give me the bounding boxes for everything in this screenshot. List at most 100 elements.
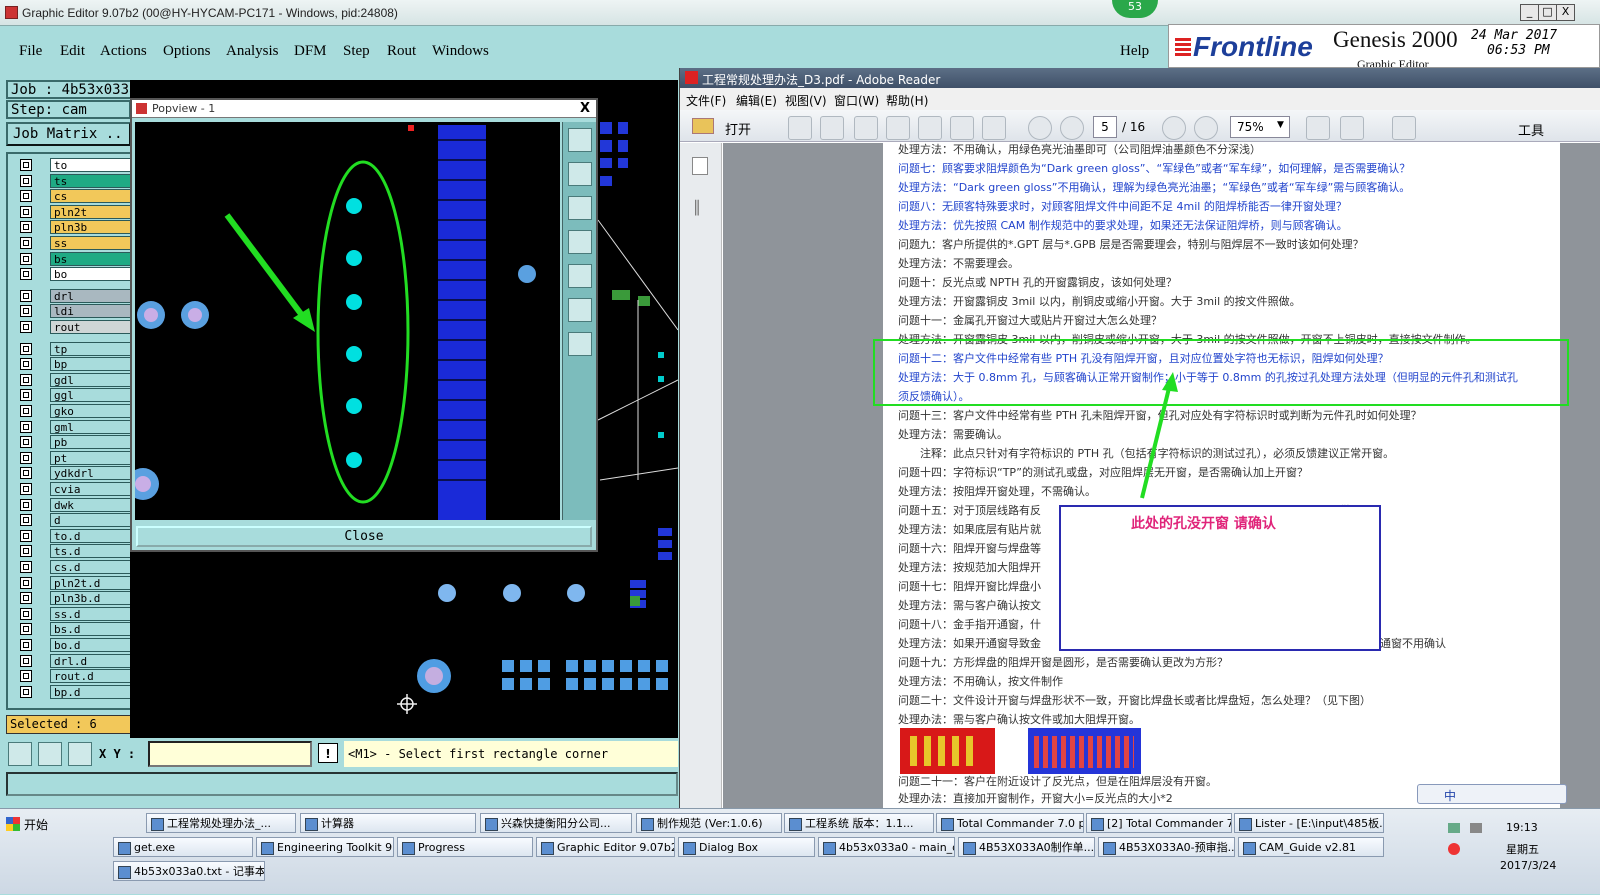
layer-checkbox[interactable] bbox=[20, 529, 32, 542]
clock-date[interactable]: 2017/3/24 bbox=[1500, 859, 1556, 872]
taskbar-button[interactable]: Graphic Editor 9.07b2... bbox=[536, 837, 675, 857]
taskbar-button[interactable]: 4b53x033a0.txt - 记事本 bbox=[113, 861, 265, 881]
menu-windows[interactable]: Windows bbox=[432, 43, 489, 60]
clock-time[interactable]: 19:13 bbox=[1506, 821, 1538, 834]
layer-item-bo-d[interactable]: bo.d bbox=[50, 638, 132, 652]
sign-icon[interactable] bbox=[854, 116, 878, 140]
layer-item-cs[interactable]: cs bbox=[50, 189, 132, 204]
taskbar-button[interactable]: 4b53x033a0 - main_qa bbox=[818, 837, 955, 857]
layer-item-pln3b-d[interactable]: pln3b.d bbox=[50, 591, 132, 606]
grid-icon[interactable] bbox=[68, 742, 92, 766]
taskbar-button[interactable]: Lister - [E:\input\485板... bbox=[1234, 813, 1384, 833]
fullscreen-icon[interactable] bbox=[1392, 116, 1416, 140]
layer-checkbox[interactable] bbox=[20, 576, 32, 589]
layer-item-to-d[interactable]: to.d bbox=[50, 528, 132, 543]
taskbar-button[interactable]: [2] Total Commander 7... bbox=[1086, 813, 1232, 833]
zoom-in-icon[interactable] bbox=[568, 162, 592, 186]
layer-checkbox[interactable] bbox=[20, 305, 32, 318]
layer-item-bs-d[interactable]: bs.d bbox=[50, 622, 132, 637]
tray-volume-icon[interactable] bbox=[1470, 823, 1482, 833]
layer-item-rout-d[interactable]: rout.d bbox=[50, 669, 132, 684]
fit-width-icon[interactable] bbox=[1340, 116, 1364, 140]
layer-checkbox[interactable] bbox=[20, 483, 32, 495]
layer-item-gdl[interactable]: gdl bbox=[50, 372, 132, 387]
layer-checkbox[interactable] bbox=[20, 451, 32, 464]
zoom-home-icon[interactable] bbox=[568, 128, 592, 152]
popview-close-button[interactable]: Close bbox=[136, 526, 592, 547]
minimize-button[interactable]: _ bbox=[1520, 4, 1539, 21]
ime-toolbar[interactable]: 中 bbox=[1417, 784, 1567, 804]
taskbar-button[interactable]: 制作规范 (Ver:1.0.6) bbox=[636, 813, 782, 833]
ime-language[interactable]: 中 bbox=[1444, 787, 1456, 804]
zoom-out-icon[interactable] bbox=[568, 196, 592, 220]
layer-checkbox[interactable] bbox=[20, 342, 32, 355]
layer-item-pb[interactable]: pb bbox=[50, 435, 132, 450]
open-folder-icon[interactable] bbox=[692, 118, 714, 134]
zoom-out-icon[interactable] bbox=[1162, 116, 1186, 140]
notification-badge[interactable]: 53 bbox=[1112, 0, 1158, 18]
layer-item-bs[interactable]: bs bbox=[50, 251, 132, 266]
layer-item-drl[interactable]: drl bbox=[50, 288, 132, 303]
layer-item-dwk[interactable]: dwk bbox=[50, 497, 132, 512]
layer-checkbox[interactable] bbox=[20, 607, 32, 620]
start-button[interactable]: 开始 bbox=[2, 813, 58, 835]
pdf-menu-edit[interactable]: 编辑(E) bbox=[736, 92, 777, 109]
layer-item-ggl[interactable]: ggl bbox=[50, 388, 132, 403]
taskbar-button[interactable]: Dialog Box bbox=[678, 837, 815, 857]
fit-page-icon[interactable] bbox=[1306, 116, 1330, 140]
clock-day[interactable]: 星期五 bbox=[1506, 841, 1539, 857]
pdf-menu-window[interactable]: 窗口(W) bbox=[834, 92, 879, 109]
layer-item-cvia[interactable]: cvia bbox=[50, 482, 132, 496]
menu-help[interactable]: Help bbox=[1120, 43, 1149, 60]
layer-checkbox[interactable] bbox=[20, 467, 32, 480]
tray-antivirus-icon[interactable] bbox=[1448, 843, 1460, 855]
print-icon[interactable] bbox=[950, 116, 974, 140]
close-window-button[interactable]: X bbox=[1556, 4, 1575, 21]
layer-item-ts-d[interactable]: ts.d bbox=[50, 544, 132, 559]
layer-checkbox[interactable] bbox=[20, 159, 32, 171]
layer-item-tp[interactable]: tp bbox=[50, 341, 132, 356]
taskbar-button[interactable]: 兴森快捷衡阳分公司... bbox=[480, 813, 632, 833]
layer-checkbox[interactable] bbox=[20, 420, 32, 433]
taskbar-button[interactable]: Progress bbox=[397, 837, 533, 857]
taskbar-button[interactable]: 工程系统 版本：1.1... bbox=[784, 813, 934, 833]
job-matrix-button[interactable]: Job Matrix .. bbox=[6, 122, 131, 146]
layer-checkbox[interactable] bbox=[20, 654, 32, 667]
zoom-dropdown-icon[interactable]: ▼ bbox=[1277, 120, 1284, 130]
menu-analysis[interactable]: Analysis bbox=[226, 43, 279, 60]
attachment-icon[interactable]: ∥ bbox=[693, 197, 701, 216]
layer-item-rout[interactable]: rout bbox=[50, 320, 132, 334]
pdf-open-button[interactable]: 打开 bbox=[725, 119, 751, 138]
xy-input[interactable] bbox=[148, 741, 312, 767]
layer-checkbox[interactable] bbox=[20, 221, 32, 234]
menu-step[interactable]: Step bbox=[343, 43, 370, 60]
menu-edit[interactable]: Edit bbox=[60, 43, 85, 60]
pdf-menu-view[interactable]: 视图(V) bbox=[785, 92, 827, 109]
layer-item-bp[interactable]: bp bbox=[50, 357, 132, 372]
taskbar-button[interactable]: 4B53X033A0制作单.... bbox=[958, 837, 1095, 857]
layer-item-pln3b[interactable]: pln3b bbox=[50, 220, 132, 235]
layer-checkbox[interactable] bbox=[20, 389, 32, 402]
taskbar-button[interactable]: Engineering Toolkit 9.... bbox=[256, 837, 394, 857]
layer-item-ydkdrl[interactable]: ydkdrl bbox=[50, 466, 132, 481]
layer-checkbox[interactable] bbox=[20, 561, 32, 573]
layer-checkbox[interactable] bbox=[20, 190, 32, 203]
popview-close-x[interactable]: X bbox=[580, 101, 590, 116]
pdf-menu-file[interactable]: 文件(F) bbox=[686, 92, 726, 109]
previous-page-icon[interactable] bbox=[1028, 116, 1052, 140]
layer-item-to[interactable]: to bbox=[50, 158, 132, 172]
layer-checkbox[interactable] bbox=[20, 670, 32, 683]
layer-checkbox[interactable] bbox=[20, 373, 32, 386]
layer-item-d[interactable]: d bbox=[50, 513, 132, 528]
layer-item-pt[interactable]: pt bbox=[50, 450, 132, 465]
fit-selection-icon[interactable] bbox=[568, 332, 592, 356]
layer-checkbox[interactable] bbox=[20, 358, 32, 371]
taskbar-button[interactable]: 4B53X033A0-预审指... bbox=[1098, 837, 1235, 857]
taskbar-button[interactable]: Total Commander 7.0 p... bbox=[936, 813, 1084, 833]
snap-grid-icon[interactable] bbox=[8, 742, 32, 766]
layer-checkbox[interactable] bbox=[20, 498, 32, 511]
layer-checkbox[interactable] bbox=[20, 252, 32, 265]
layer-item-ss-d[interactable]: ss.d bbox=[50, 606, 132, 621]
taskbar-button[interactable]: 计算器 bbox=[300, 813, 476, 833]
next-page-icon[interactable] bbox=[1060, 116, 1084, 140]
